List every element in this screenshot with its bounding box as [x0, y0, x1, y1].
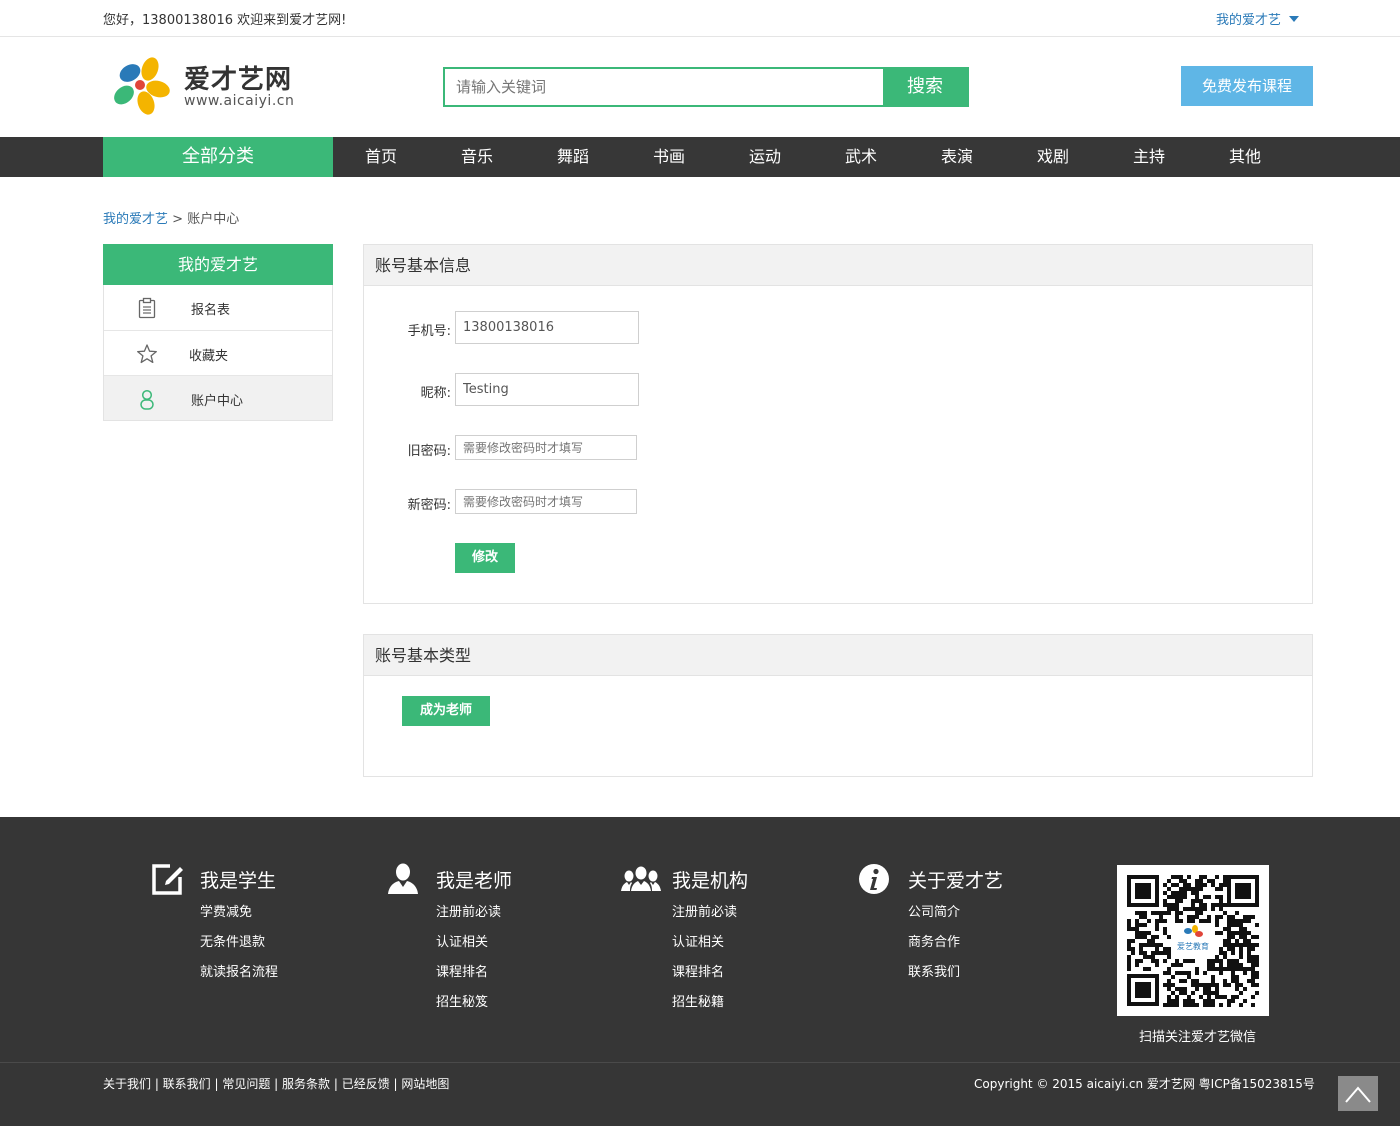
become-teacher-button[interactable]: 成为老师	[402, 696, 490, 726]
footer-column-title: 关于爱才艺	[908, 870, 1004, 892]
sidebar-item-account-center[interactable]: 账户中心	[104, 375, 332, 420]
footer-column-title: 我是学生	[200, 870, 277, 892]
top-bar: 您好，13800138016 欢迎来到爱才艺网! 我的爱才艺	[0, 0, 1400, 37]
footer-link[interactable]: 商务合作	[908, 931, 960, 950]
nav-item-drama[interactable]: 戏剧	[1037, 137, 1069, 177]
clipboard-icon	[138, 297, 156, 319]
person-icon	[388, 863, 418, 894]
logo-name: 爱才艺网	[184, 65, 293, 95]
nav-item-music[interactable]: 音乐	[461, 137, 493, 177]
qr-center-text: 爱艺教育	[1177, 941, 1209, 951]
breadcrumb-separator: >	[172, 212, 184, 227]
qr-caption: 扫描关注爱才艺微信	[1139, 1030, 1257, 1045]
footer-divider	[0, 1062, 1400, 1063]
footer-link[interactable]: 课程排名	[672, 961, 724, 980]
footer-column-title: 我是机构	[672, 870, 749, 892]
wechat-qr-code: 爱艺教育	[1117, 865, 1269, 1016]
sidebar: 我的爱才艺 报名表 收藏夹 账户中心	[103, 244, 333, 421]
edit-icon	[152, 864, 183, 895]
welcome-text: 您好，13800138016 欢迎来到爱才艺网!	[103, 13, 347, 28]
new-password-label: 新密码:	[407, 498, 451, 513]
caret-down-icon	[1289, 16, 1300, 22]
search-button[interactable]: 搜索	[883, 69, 967, 105]
footer-link[interactable]: 课程排名	[436, 961, 488, 980]
site-logo[interactable]: 爱才艺网 www.aicaiyi.cn	[110, 55, 310, 115]
all-categories-button[interactable]: 全部分类	[103, 137, 333, 177]
search-box: 搜索	[443, 67, 969, 107]
chevron-up-icon	[1345, 1086, 1371, 1103]
logo-url: www.aicaiyi.cn	[184, 93, 295, 109]
breadcrumb: 我的爱才艺 > 账户中心	[103, 208, 239, 227]
account-info-panel: 账号基本信息 手机号: 昵称: 旧密码: 新密码: 修改	[363, 244, 1313, 604]
footer: 我是学生 学费减免 无条件退款 就读报名流程 我是老师 注册前必读 认证相关 课…	[0, 817, 1400, 1126]
main-nav: 全部分类 首页 音乐 舞蹈 书画 运动 武术 表演 戏剧 主持 其他	[0, 137, 1400, 177]
new-password-field[interactable]	[455, 489, 637, 514]
footer-link[interactable]: 学费减免	[200, 901, 252, 920]
footer-link[interactable]: 无条件退款	[200, 931, 265, 950]
nav-item-dance[interactable]: 舞蹈	[557, 137, 589, 177]
footer-bottom-links[interactable]: 关于我们 | 联系我们 | 常见问题 | 服务条款 | 已经反馈 | 网站地图	[103, 1075, 449, 1092]
footer-link[interactable]: 公司简介	[908, 901, 960, 920]
sidebar-title: 我的爱才艺	[103, 244, 333, 285]
my-account-dropdown[interactable]: 我的爱才艺	[1216, 9, 1300, 28]
nav-item-other[interactable]: 其他	[1229, 137, 1261, 177]
footer-link[interactable]: 认证相关	[436, 931, 488, 950]
star-icon	[137, 344, 157, 364]
my-account-label: 我的爱才艺	[1216, 13, 1282, 28]
copyright-text: Copyright © 2015 aicaiyi.cn 爱才艺网 粤ICP备15…	[974, 1077, 1315, 1091]
publish-course-button[interactable]: 免费发布课程	[1181, 66, 1313, 106]
group-icon	[621, 866, 661, 891]
user-icon	[140, 389, 154, 410]
breadcrumb-current: 账户中心	[187, 212, 240, 227]
sidebar-item-registration[interactable]: 报名表	[104, 285, 332, 330]
header: 爱才艺网 www.aicaiyi.cn 搜索 免费发布课程	[0, 37, 1400, 137]
breadcrumb-home-link[interactable]: 我的爱才艺	[103, 212, 168, 227]
flower-logo-icon	[114, 57, 170, 115]
info-icon	[859, 864, 889, 894]
footer-link[interactable]: 联系我们	[908, 961, 960, 980]
nav-item-painting[interactable]: 书画	[653, 137, 685, 177]
nav-item-martial-arts[interactable]: 武术	[845, 137, 877, 177]
sidebar-item-favorites[interactable]: 收藏夹	[104, 330, 332, 375]
back-to-top-button[interactable]	[1338, 1076, 1378, 1111]
nav-item-performance[interactable]: 表演	[941, 137, 973, 177]
search-input[interactable]	[445, 69, 885, 105]
footer-link[interactable]: 注册前必读	[672, 901, 737, 920]
footer-link[interactable]: 就读报名流程	[200, 961, 278, 980]
account-info-title: 账号基本信息	[364, 245, 1312, 286]
footer-link[interactable]: 认证相关	[672, 931, 724, 950]
account-type-title: 账号基本类型	[364, 635, 1312, 676]
qr-code-image: 爱艺教育	[1127, 875, 1259, 1007]
footer-link[interactable]: 招生秘笈	[436, 991, 488, 1010]
nav-item-hosting[interactable]: 主持	[1133, 137, 1165, 177]
phone-field[interactable]	[455, 311, 639, 344]
sidebar-item-label: 报名表	[191, 303, 231, 318]
sidebar-item-label: 收藏夹	[189, 349, 229, 364]
nav-item-home[interactable]: 首页	[365, 137, 397, 177]
nickname-field[interactable]	[455, 373, 639, 406]
footer-link[interactable]: 招生秘籍	[672, 991, 724, 1010]
footer-link[interactable]: 注册前必读	[436, 901, 501, 920]
old-password-field[interactable]	[455, 435, 637, 460]
sidebar-item-label: 账户中心	[191, 394, 244, 409]
old-password-label: 旧密码:	[407, 444, 451, 459]
footer-column-title: 我是老师	[436, 870, 513, 892]
account-type-panel: 账号基本类型 成为老师	[363, 634, 1313, 777]
nav-item-sports[interactable]: 运动	[749, 137, 781, 177]
nickname-label: 昵称:	[420, 386, 451, 401]
submit-button[interactable]: 修改	[455, 543, 515, 573]
phone-label: 手机号:	[407, 324, 451, 339]
